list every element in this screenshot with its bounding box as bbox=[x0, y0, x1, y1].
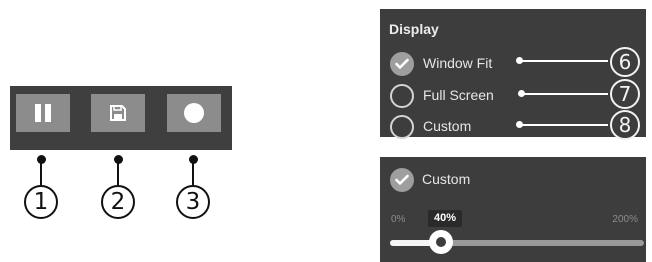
pause-button[interactable] bbox=[16, 94, 70, 132]
record-button[interactable] bbox=[167, 94, 221, 132]
callout-line bbox=[192, 160, 194, 185]
callout-line bbox=[117, 160, 119, 185]
slider-min-label: 0% bbox=[391, 214, 406, 225]
radio-unchecked[interactable] bbox=[390, 84, 414, 108]
radio-unchecked[interactable] bbox=[390, 115, 414, 139]
custom-zoom-panel: Custom 0% 200% 40% bbox=[380, 157, 646, 262]
callout-8: 8 bbox=[610, 110, 640, 140]
callout-2: 2 bbox=[101, 185, 135, 219]
playback-toolbar bbox=[10, 86, 232, 150]
slider-value-label: 40% bbox=[428, 210, 462, 227]
callout-line bbox=[522, 60, 608, 62]
display-panel: Display Window Fit Full Screen Custom 6 … bbox=[380, 9, 646, 140]
custom-label: Custom bbox=[422, 171, 471, 187]
custom-checkbox[interactable] bbox=[390, 168, 414, 192]
callout-3: 3 bbox=[176, 185, 210, 219]
radio-checked[interactable] bbox=[390, 52, 414, 76]
callout-6: 6 bbox=[610, 47, 640, 77]
option-label: Window Fit bbox=[423, 55, 493, 71]
checkmark-icon bbox=[395, 58, 409, 69]
pause-icon bbox=[16, 102, 70, 124]
panel-title: Display bbox=[389, 21, 439, 37]
zoom-slider-thumb[interactable] bbox=[428, 230, 453, 254]
save-button[interactable] bbox=[91, 94, 145, 132]
checkmark-icon bbox=[395, 174, 409, 185]
record-icon bbox=[167, 102, 221, 124]
callout-1: 1 bbox=[24, 185, 58, 219]
option-label: Full Screen bbox=[423, 87, 494, 103]
slider-max-label: 200% bbox=[612, 214, 638, 225]
callout-7: 7 bbox=[610, 79, 640, 109]
callout-line bbox=[40, 160, 42, 185]
option-label: Custom bbox=[423, 118, 472, 134]
save-icon bbox=[91, 104, 145, 122]
callout-line bbox=[524, 93, 608, 95]
callout-line bbox=[522, 124, 608, 126]
